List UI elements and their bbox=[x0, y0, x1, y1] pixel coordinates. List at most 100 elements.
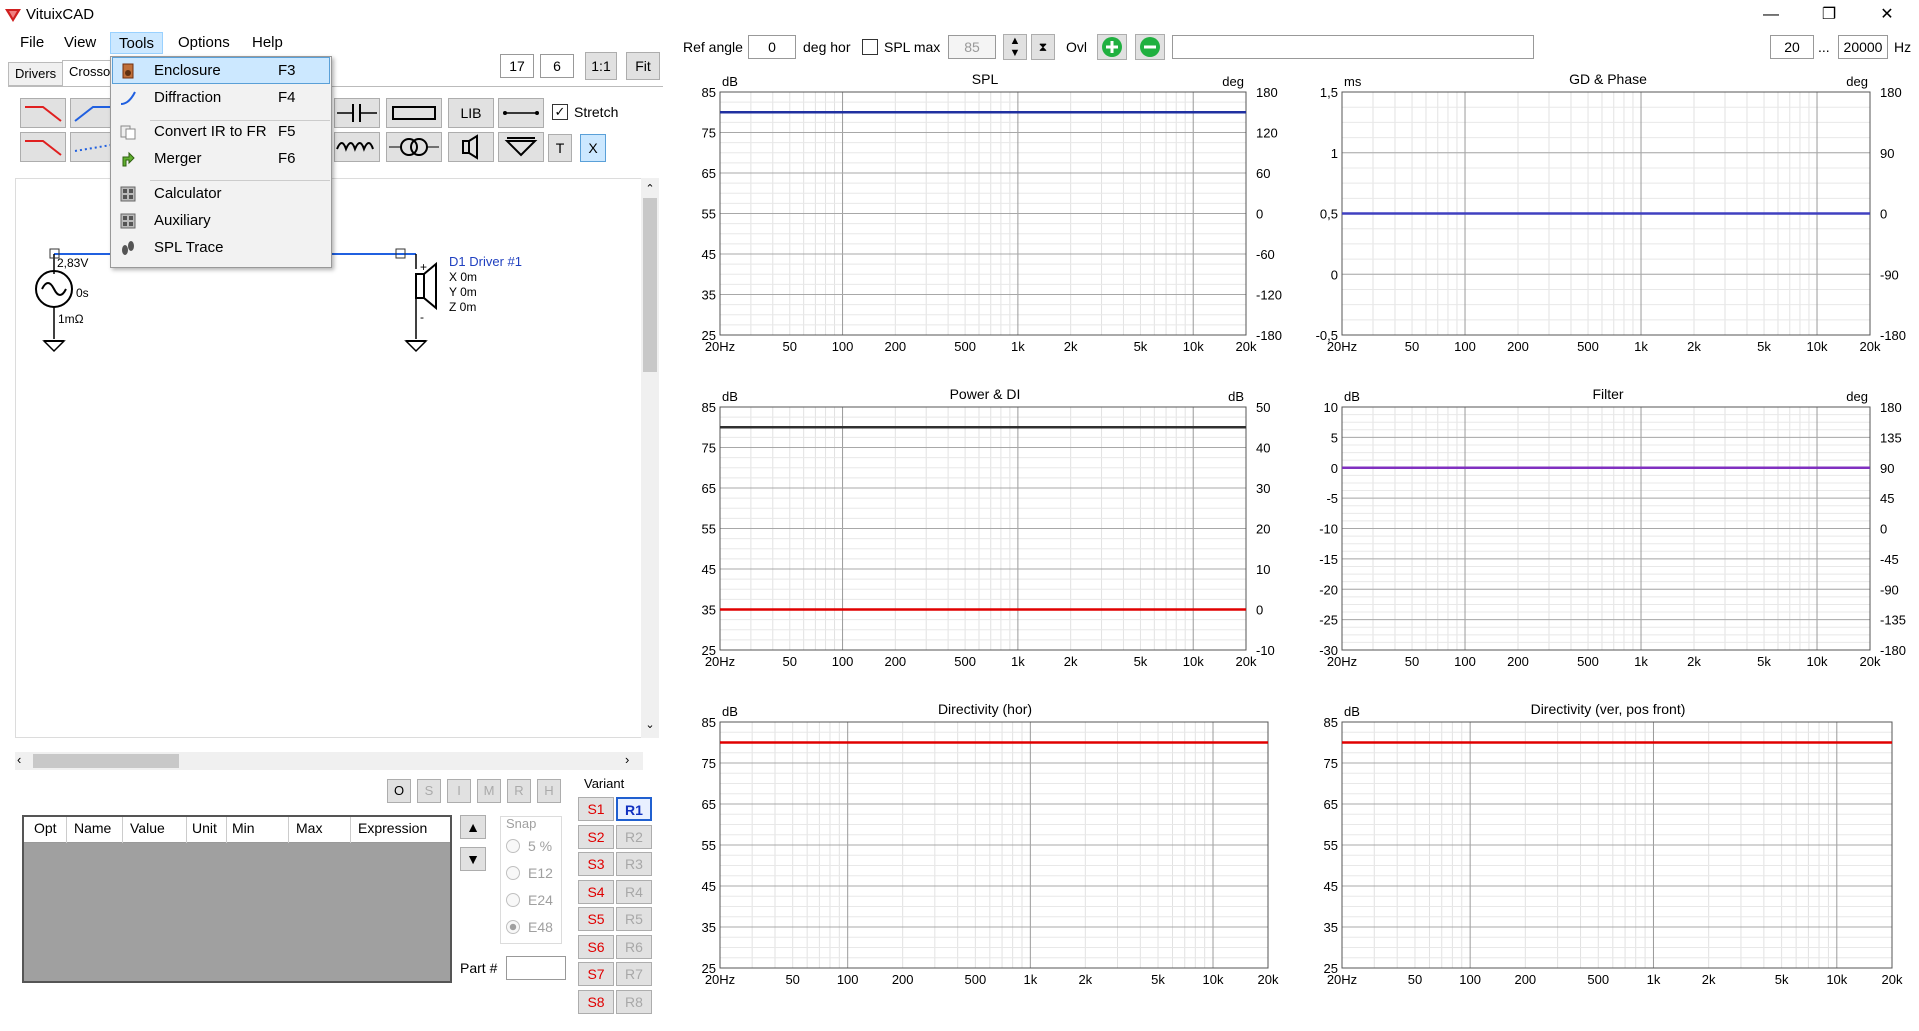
chart-power-di[interactable]: 8575655545352550403020100-1020Hz 50 100 200… bbox=[680, 385, 1290, 690]
mode-button-r[interactable]: R bbox=[507, 779, 531, 803]
zoom-value-2[interactable]: 6 bbox=[540, 54, 574, 78]
col-min[interactable]: Min bbox=[232, 820, 255, 836]
spl-updown-button[interactable]: ▲ ▼ bbox=[1003, 34, 1027, 60]
variant-r3-button[interactable]: R3 bbox=[616, 852, 652, 876]
delete-tool-button[interactable]: X bbox=[580, 134, 606, 162]
variant-r7-button[interactable]: R7 bbox=[616, 962, 652, 986]
variant-r2-button[interactable]: R2 bbox=[616, 824, 652, 849]
menu-item-calculator[interactable]: Calculator bbox=[112, 181, 330, 207]
move-up-button[interactable]: ▲ bbox=[460, 815, 486, 839]
stretch-checkbox[interactable]: ✓ bbox=[552, 104, 568, 120]
remove-overlay-button[interactable] bbox=[1135, 34, 1165, 60]
variant-s5-button[interactable]: S5 bbox=[578, 907, 614, 931]
freq-max-input[interactable]: 20000 bbox=[1838, 35, 1888, 59]
variant-r5-button[interactable]: R5 bbox=[616, 907, 652, 931]
chart-spl[interactable]: 85756555453525180120600-60-120-18020Hz 50… bbox=[680, 70, 1290, 375]
add-overlay-button[interactable] bbox=[1097, 34, 1127, 60]
scroll-up-icon[interactable]: ⌃ bbox=[641, 182, 659, 195]
menu-item-convert-ir-to-fr[interactable]: Convert IR to FR F5 bbox=[112, 119, 330, 145]
x-tick-label: 20k bbox=[1258, 972, 1279, 987]
close-button[interactable]: ✕ bbox=[1858, 0, 1916, 30]
col-expression[interactable]: Expression bbox=[358, 820, 427, 836]
move-down-button[interactable]: ▼ bbox=[460, 847, 486, 871]
schematic-hscroll[interactable]: ‹ › bbox=[15, 752, 643, 770]
x-tick-label: 1k bbox=[1023, 972, 1037, 987]
scroll-right-icon[interactable]: › bbox=[625, 752, 629, 767]
menu-tools[interactable]: Tools bbox=[110, 32, 164, 54]
text-tool-button[interactable]: T bbox=[548, 134, 572, 162]
menu-item-diffraction[interactable]: Diffraction F4 bbox=[112, 85, 330, 111]
freq-min-input[interactable]: 20 bbox=[1770, 35, 1814, 59]
spl-max-input[interactable]: 85 bbox=[948, 35, 996, 59]
tab-crossover[interactable]: Crosso bbox=[62, 60, 118, 86]
spl-max-checkbox[interactable] bbox=[862, 39, 878, 55]
y2-tick-label: -180 bbox=[1880, 328, 1906, 343]
mode-button-i[interactable]: I bbox=[447, 779, 471, 803]
menu-view[interactable]: View bbox=[56, 32, 104, 54]
variant-r6-button[interactable]: R6 bbox=[616, 934, 652, 959]
variant-s8-button[interactable]: S8 bbox=[578, 989, 614, 1014]
minimize-button[interactable]: — bbox=[1742, 0, 1800, 30]
menu-item-auxiliary[interactable]: Auxiliary bbox=[112, 208, 330, 234]
restore-button[interactable]: ❐ bbox=[1800, 0, 1858, 30]
resistor-tool-button[interactable] bbox=[386, 98, 442, 128]
tab-drivers[interactable]: Drivers bbox=[8, 62, 64, 86]
scroll-down-icon[interactable]: ⌄ bbox=[641, 718, 659, 731]
driver-tool-button[interactable] bbox=[448, 132, 494, 162]
lowpass2-tool-button[interactable] bbox=[20, 132, 66, 162]
chart-gd-phase[interactable]: 1,510,50-0,5180900-90-18020Hz 50 100 200 500… bbox=[1302, 70, 1914, 375]
inductor-tool-button[interactable] bbox=[334, 132, 380, 162]
lowpass-tool-button[interactable] bbox=[20, 98, 66, 128]
spl-collapse-button[interactable]: ⧗ bbox=[1031, 34, 1055, 60]
chart-filter[interactable]: 1050-5-10-15-20-25-3018013590450-45-90-1… bbox=[1302, 385, 1914, 690]
menu-item-enclosure[interactable]: Enclosure F3 bbox=[112, 58, 330, 84]
zoom-value-1[interactable]: 17 bbox=[500, 54, 534, 78]
variant-r8-button[interactable]: R8 bbox=[616, 989, 652, 1014]
chart-directivity-ver-pos-front[interactable]: 8575655545352520Hz 50 100 200 500 1k 2k 5k 10k 20… bbox=[1302, 700, 1914, 1008]
col-unit[interactable]: Unit bbox=[192, 820, 217, 836]
col-opt[interactable]: Opt bbox=[34, 820, 57, 836]
variant-s4-button[interactable]: S4 bbox=[578, 879, 614, 904]
variant-s6-button[interactable]: S6 bbox=[578, 934, 614, 959]
menu-item-spl-trace[interactable]: SPL Trace bbox=[112, 235, 330, 261]
overlay-input[interactable] bbox=[1172, 35, 1534, 59]
variant-s1-button[interactable]: S1 bbox=[578, 797, 614, 821]
variant-s2-button[interactable]: S2 bbox=[578, 824, 614, 849]
scroll-left-icon[interactable]: ‹ bbox=[17, 752, 21, 767]
ref-angle-input[interactable]: 0 bbox=[748, 35, 796, 59]
snap-radio-e12[interactable] bbox=[506, 866, 520, 880]
snap-radio-e48[interactable] bbox=[506, 920, 520, 934]
menu-options[interactable]: Options bbox=[170, 32, 238, 54]
hscroll-thumb[interactable] bbox=[33, 754, 179, 768]
col-max[interactable]: Max bbox=[296, 820, 322, 836]
wire-tool-button[interactable] bbox=[498, 98, 544, 128]
mode-button-h[interactable]: H bbox=[537, 779, 561, 803]
menu-file[interactable]: File bbox=[12, 32, 52, 54]
menu-item-label: Merger bbox=[154, 150, 202, 167]
part-input[interactable] bbox=[506, 956, 566, 980]
capacitor-tool-button[interactable] bbox=[334, 98, 380, 128]
one-to-one-button[interactable]: 1:1 bbox=[585, 52, 617, 80]
chart-directivity-hor[interactable]: 8575655545352520Hz 50 100 200 500 1k 2k 5k 10k 20… bbox=[680, 700, 1290, 1008]
menu-item-merger[interactable]: Merger F6 bbox=[112, 146, 330, 172]
mode-button-m[interactable]: M bbox=[477, 779, 501, 803]
ground-tool-button[interactable] bbox=[498, 132, 544, 162]
menu-item-label: Convert IR to FR bbox=[154, 123, 267, 140]
variant-s7-button[interactable]: S7 bbox=[578, 962, 614, 986]
snap-radio-5[interactable] bbox=[506, 839, 520, 853]
col-name[interactable]: Name bbox=[74, 820, 111, 836]
mode-button-s[interactable]: S bbox=[417, 779, 441, 803]
variant-r4-button[interactable]: R4 bbox=[616, 879, 652, 904]
mode-button-o[interactable]: O bbox=[387, 779, 411, 803]
menu-help[interactable]: Help bbox=[244, 32, 291, 54]
schematic-vscroll[interactable]: ⌃ ⌄ bbox=[641, 178, 659, 738]
vscroll-thumb[interactable] bbox=[643, 198, 657, 372]
lib-button[interactable]: LIB bbox=[448, 98, 494, 128]
snap-radio-e24[interactable] bbox=[506, 893, 520, 907]
variant-s3-button[interactable]: S3 bbox=[578, 852, 614, 876]
fit-button[interactable]: Fit bbox=[626, 52, 660, 80]
x-tick-label: 20Hz bbox=[705, 654, 735, 669]
variant-r1-button[interactable]: R1 bbox=[616, 797, 652, 821]
col-value[interactable]: Value bbox=[130, 820, 165, 836]
transformer-tool-button[interactable] bbox=[386, 132, 442, 162]
